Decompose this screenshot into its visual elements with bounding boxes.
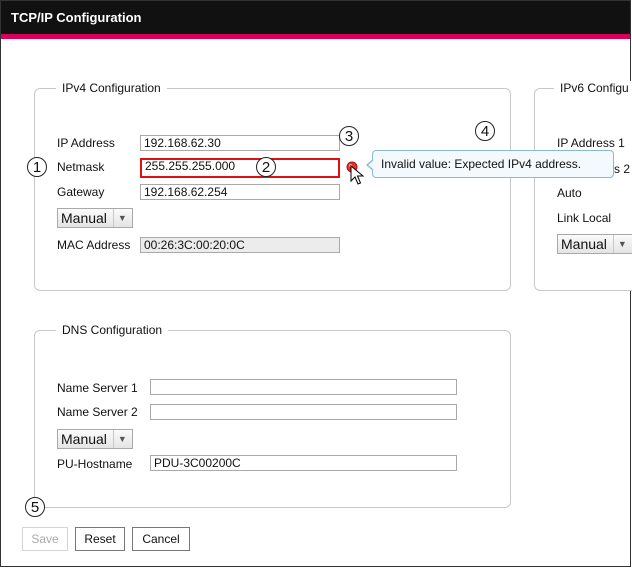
netmask-input[interactable]: 255.255.255.000 <box>140 158 340 178</box>
reset-button[interactable]: Reset <box>75 527 125 551</box>
name-server-2-input[interactable] <box>150 404 457 420</box>
title-bar: TCP/IP Configuration <box>1 1 630 39</box>
hostname-label: PU-Hostname <box>57 457 133 471</box>
ipv6-group: IPv6 Configu <box>534 81 632 291</box>
mac-address-label: MAC Address <box>57 238 131 252</box>
ip-address-input[interactable]: 192.168.62.30 <box>140 135 340 151</box>
ipv6-mode-value: Manual <box>561 236 607 252</box>
save-button[interactable]: Save <box>22 527 68 551</box>
ipv6-auto-label: Auto <box>557 186 582 200</box>
chevron-down-icon: ▼ <box>112 430 127 448</box>
name-server-2-label: Name Server 2 <box>57 405 138 419</box>
ipv4-mode-select[interactable]: Manual ▼ <box>57 208 133 228</box>
ip-address-label: IP Address <box>57 136 115 150</box>
name-server-1-input[interactable] <box>150 379 457 395</box>
callout-5: 5 <box>25 497 45 517</box>
callout-2: 2 <box>256 157 276 177</box>
gateway-label: Gateway <box>57 185 105 199</box>
hostname-input[interactable]: PDU-3C00200C <box>150 455 457 471</box>
error-tooltip-text: Invalid value: Expected IPv4 address. <box>381 157 582 171</box>
callout-4: 4 <box>475 121 495 141</box>
chevron-down-icon: ▼ <box>612 235 627 253</box>
mac-address-field: 00:26:3C:00:20:0C <box>140 237 340 253</box>
cancel-button[interactable]: Cancel <box>132 527 190 551</box>
dns-mode-value: Manual <box>61 431 107 447</box>
ipv6-ip1-label: IP Address 1 <box>557 136 625 150</box>
ipv4-legend: IPv4 Configuration <box>56 81 167 95</box>
ipv6-link-local-label: Link Local <box>557 211 612 225</box>
callout-1: 1 <box>27 157 47 177</box>
mouse-pointer-icon <box>350 165 365 185</box>
title-accent-stripe <box>1 34 630 39</box>
ipv6-ip2-label: s 2 <box>614 162 631 176</box>
dns-mode-select[interactable]: Manual ▼ <box>57 429 133 449</box>
name-server-1-label: Name Server 1 <box>57 381 138 395</box>
window-title: TCP/IP Configuration <box>11 10 142 25</box>
ipv4-mode-value: Manual <box>61 210 107 226</box>
gateway-input[interactable]: 192.168.62.254 <box>140 184 340 200</box>
chevron-down-icon: ▼ <box>112 209 127 227</box>
netmask-label: Netmask <box>57 160 105 174</box>
ipv6-mode-select[interactable]: Manual ▼ <box>557 234 632 254</box>
error-tooltip: Invalid value: Expected IPv4 address. <box>366 150 614 178</box>
dns-legend: DNS Configuration <box>56 323 169 337</box>
callout-3: 3 <box>339 126 359 146</box>
ipv6-legend: IPv6 Configu <box>554 81 632 95</box>
